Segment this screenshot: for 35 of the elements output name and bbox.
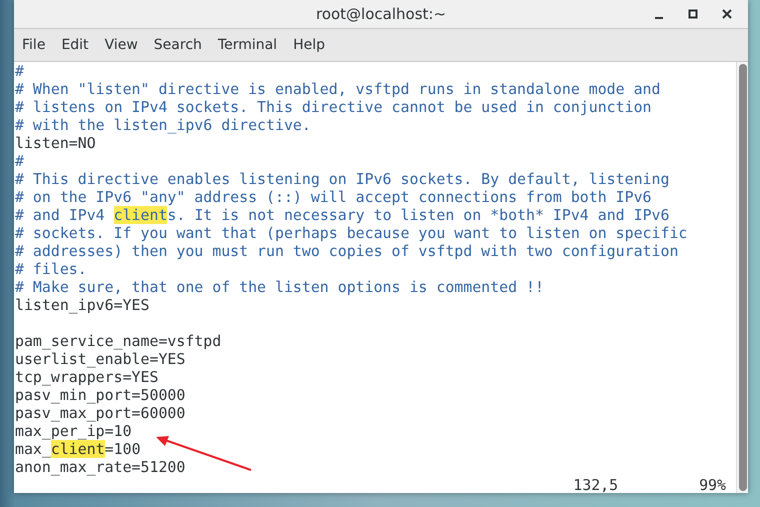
comment-line: # addresses) then you must run two copies of vsftpd with two configuration [15,242,678,260]
setting-line: pasv_min_port=50000 [15,386,186,404]
window-title: root@localhost:~ [316,4,446,25]
comment-line: # [15,62,24,80]
comment-line: # on the IPv6 "any" address (::) will accept connections from both IPv6 [15,188,652,206]
comment-line: # This directive enables listening on IPv6 sockets. By default, listening [15,170,670,188]
minimize-icon [655,17,663,19]
setting-line: max_client=100 [15,440,141,458]
setting-line: tcp_wrappers=YES [15,368,158,386]
close-icon [722,9,732,19]
comment-line: # listens on IPv4 sockets. This directive cannot be used in conjunction [15,98,652,116]
menu-item[interactable]: Edit [53,29,97,61]
setting-line: max_per_ip=10 [15,422,132,440]
cursor-position: 132,5 [573,476,618,494]
comment-line: # files. [15,260,87,278]
scrollbar[interactable] [736,62,748,493]
comment-line: # When "listen" directive is enabled, vsftpd runs in standalone mode and [15,80,660,98]
setting-line: anon_max_rate=51200 [15,458,186,476]
setting-line: userlist_enable=YES [15,350,186,368]
comment-line: # with the listen_ipv6 directive. [15,116,311,134]
comment-line: # and IPv4 clients. It is not necessary to listen on *both* IPv4 and IPv6 [15,206,670,224]
comment-line: # [15,152,24,170]
scroll-percent: 99% [699,476,726,494]
menu-item[interactable]: File [14,29,54,61]
comment-line: # sockets. If you want that (perhaps because you want to listen on specific [15,224,688,242]
menu-item[interactable]: Help [285,29,333,61]
comment-line: # Make sure, that one of the listen options is commented !! [15,278,544,296]
maximize-icon [688,9,698,19]
setting-line: pasv_max_port=60000 [15,404,186,422]
menu-item[interactable]: View [96,29,146,61]
setting-line: listen=NO [15,134,96,152]
setting-line: pam_service_name=vsftpd [15,332,222,350]
menu-item[interactable]: Terminal [210,29,286,61]
menu-item[interactable]: Search [146,29,210,61]
setting-line: listen_ipv6=YES [15,296,150,314]
